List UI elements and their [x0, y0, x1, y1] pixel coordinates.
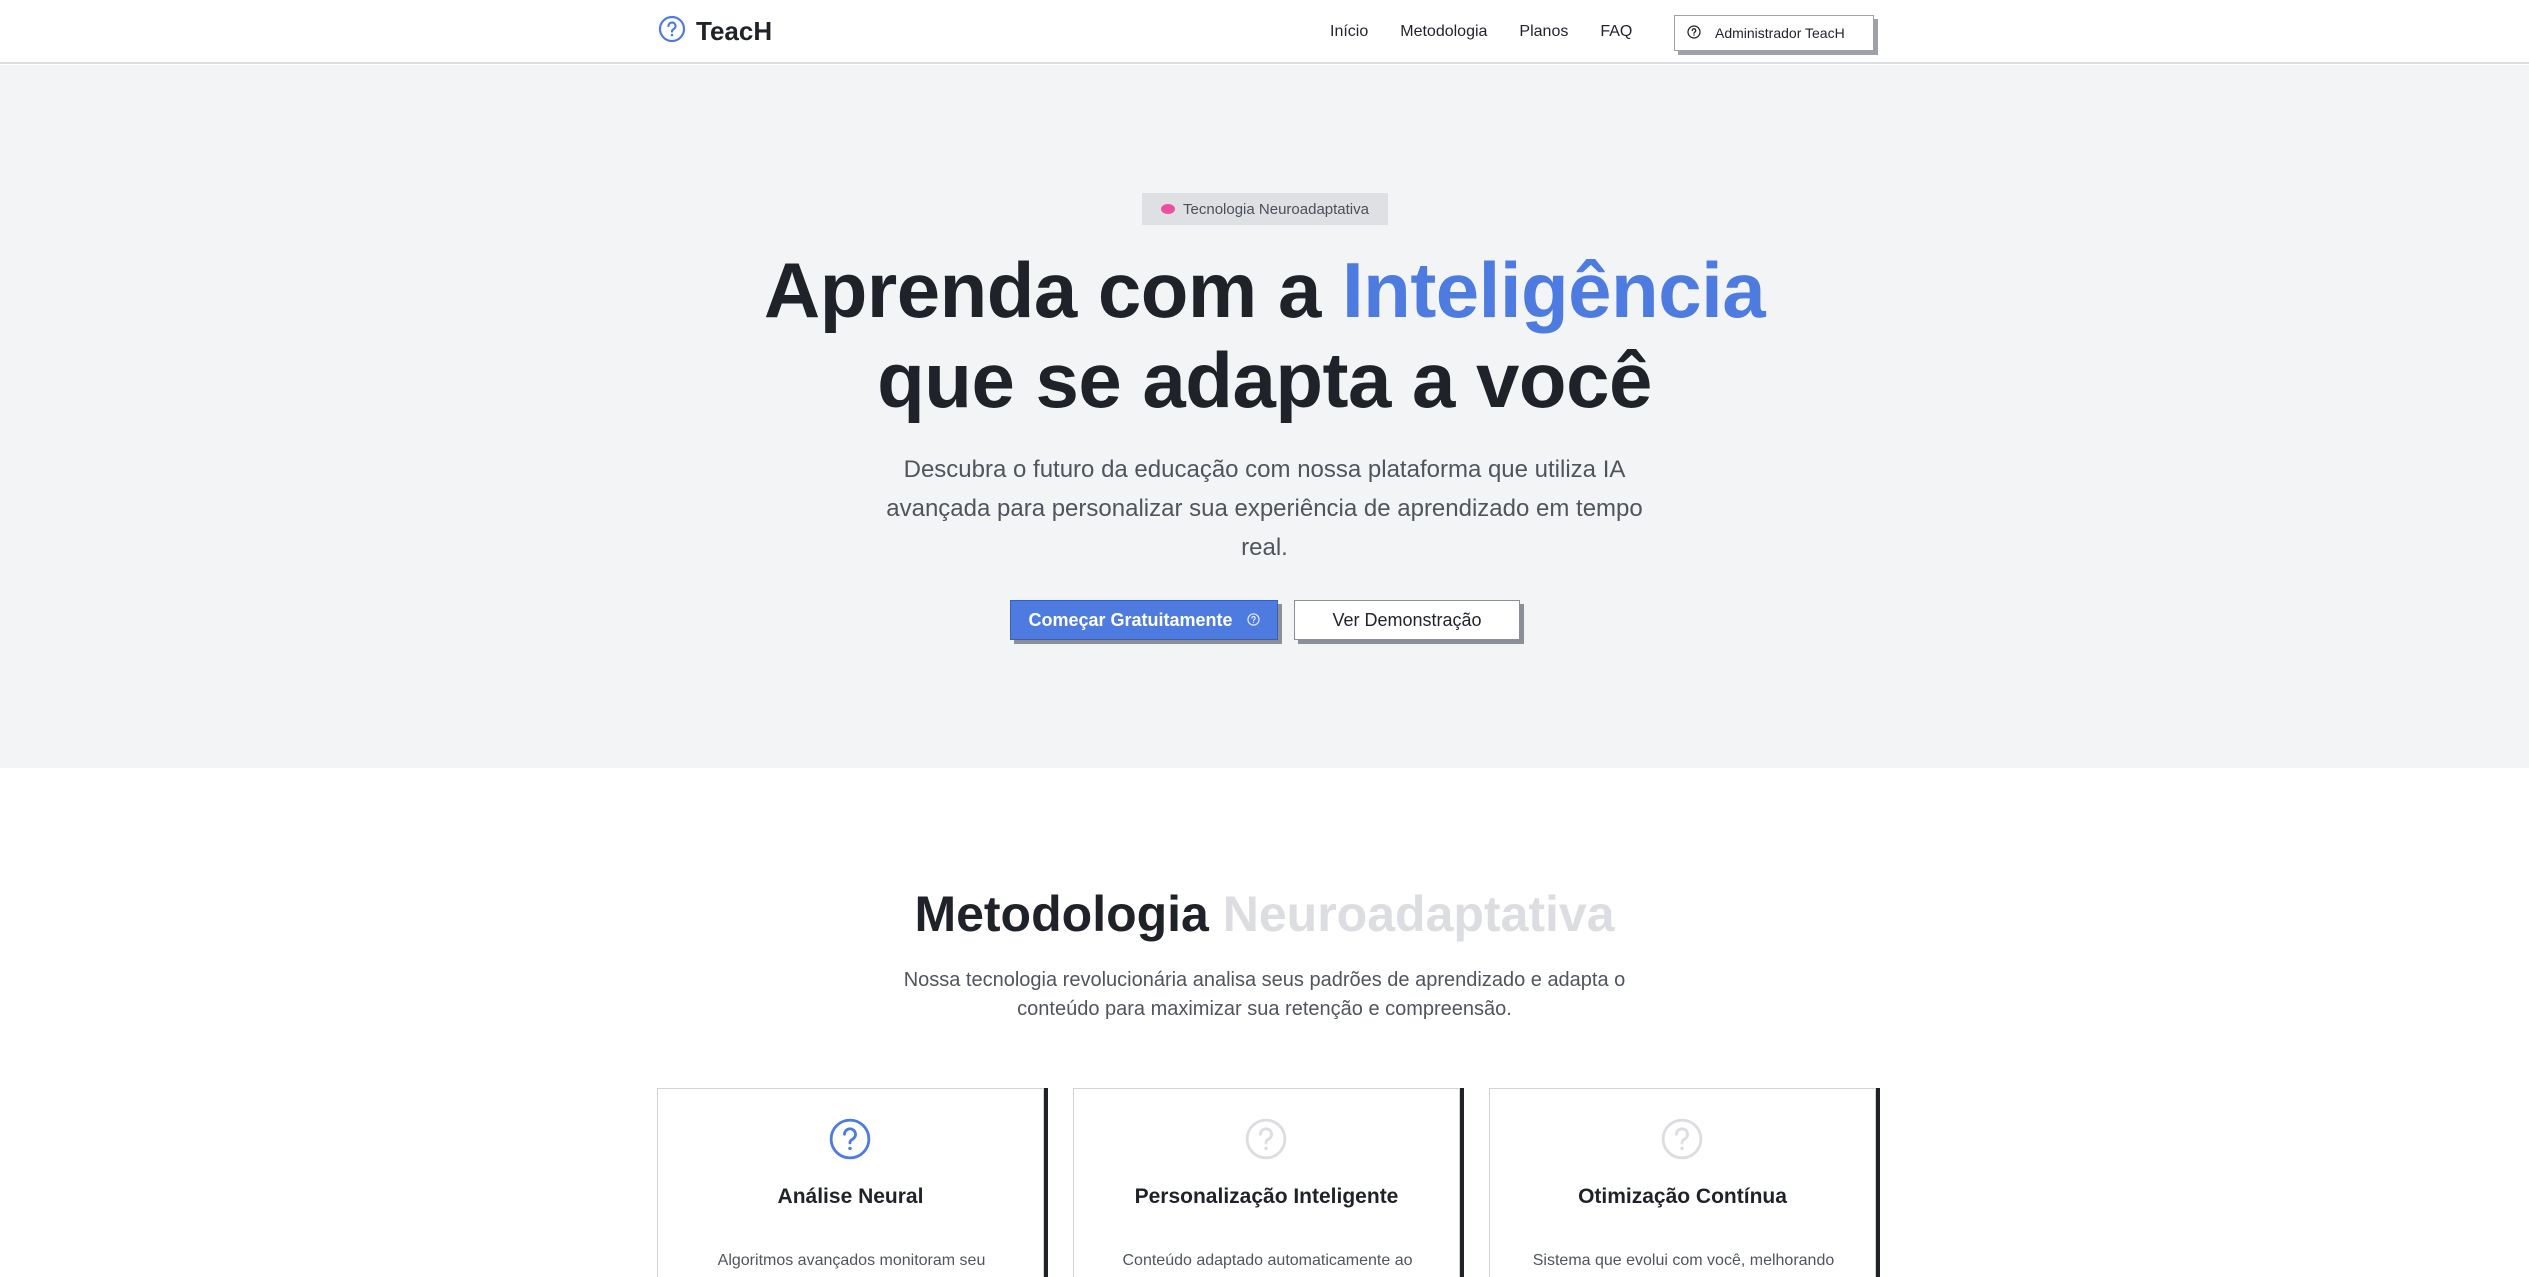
- hero-subtitle: Descubra o futuro da educação com nossa …: [886, 456, 1643, 561]
- start-free-label: Começar Gratuitamente: [1028, 609, 1233, 630]
- card-title: Personalização Inteligente: [1134, 1185, 1399, 1208]
- hero-title-line2: que se adapta a você: [877, 336, 1652, 424]
- question-circle-icon: [1687, 24, 1701, 42]
- feature-card-smart-personalization: Personalização Inteligente Conteúdo adap…: [1073, 1088, 1460, 1277]
- question-circle-icon: [1660, 1117, 1704, 1166]
- brain-icon: [1161, 204, 1176, 214]
- card-text: Sistema que evolui com você, melhorando: [1532, 1252, 1835, 1269]
- methodology-subtitle: Nossa tecnologia revolucionária analisa …: [903, 969, 1626, 1020]
- main-nav: Início Metodologia Planos FAQ: [1330, 0, 1632, 64]
- start-free-button[interactable]: Começar Gratuitamente: [1010, 600, 1278, 640]
- feature-card-continuous-optimization: Otimização Contínua Sistema que evolui c…: [1489, 1088, 1876, 1277]
- brand-name: TeacH: [696, 16, 773, 46]
- view-demo-button[interactable]: Ver Demonstração: [1294, 600, 1520, 640]
- methodology-title-part1: Metodologia: [914, 886, 1223, 942]
- hero-title-line1: Aprenda com a Inteligência: [0, 245, 2529, 336]
- question-circle-icon: [1246, 610, 1260, 631]
- card-title: Análise Neural: [777, 1185, 924, 1208]
- methodology-title-part2: Neuroadaptativa: [1222, 886, 1615, 942]
- feature-card-neural-analysis: Análise Neural Algoritmos avançados moni…: [657, 1088, 1044, 1277]
- question-circle-icon: [658, 15, 686, 48]
- hero-title-part1: Aprenda com a: [763, 246, 1343, 334]
- card-text: Conteúdo adaptado automaticamente ao: [1122, 1252, 1413, 1269]
- hero-title-accent: Inteligência: [1342, 246, 1766, 334]
- brand-logo[interactable]: TeacH: [658, 15, 772, 48]
- nav-link-planos[interactable]: Planos: [1519, 23, 1568, 41]
- user-name-label: Administrador TeacH: [1715, 25, 1845, 41]
- badge-label: Tecnologia Neuroadaptativa: [1183, 200, 1369, 218]
- question-circle-icon: [1244, 1117, 1288, 1166]
- methodology-title: Metodologia Neuroadaptativa: [0, 885, 2529, 943]
- technology-badge: Tecnologia Neuroadaptativa: [1142, 193, 1388, 225]
- card-title: Otimização Contínua: [1578, 1185, 1787, 1208]
- top-navbar: TeacH Início Metodologia Planos FAQ Admi…: [0, 0, 2529, 64]
- card-text: Algoritmos avançados monitoram seu: [717, 1252, 986, 1269]
- question-circle-icon: [828, 1117, 872, 1166]
- nav-link-inicio[interactable]: Início: [1330, 23, 1368, 41]
- nav-link-faq[interactable]: FAQ: [1600, 23, 1632, 41]
- user-menu-button[interactable]: Administrador TeacH: [1674, 15, 1874, 51]
- hero-section: Tecnologia Neuroadaptativa Aprenda com a…: [0, 65, 2529, 768]
- nav-link-metodologia[interactable]: Metodologia: [1400, 23, 1487, 41]
